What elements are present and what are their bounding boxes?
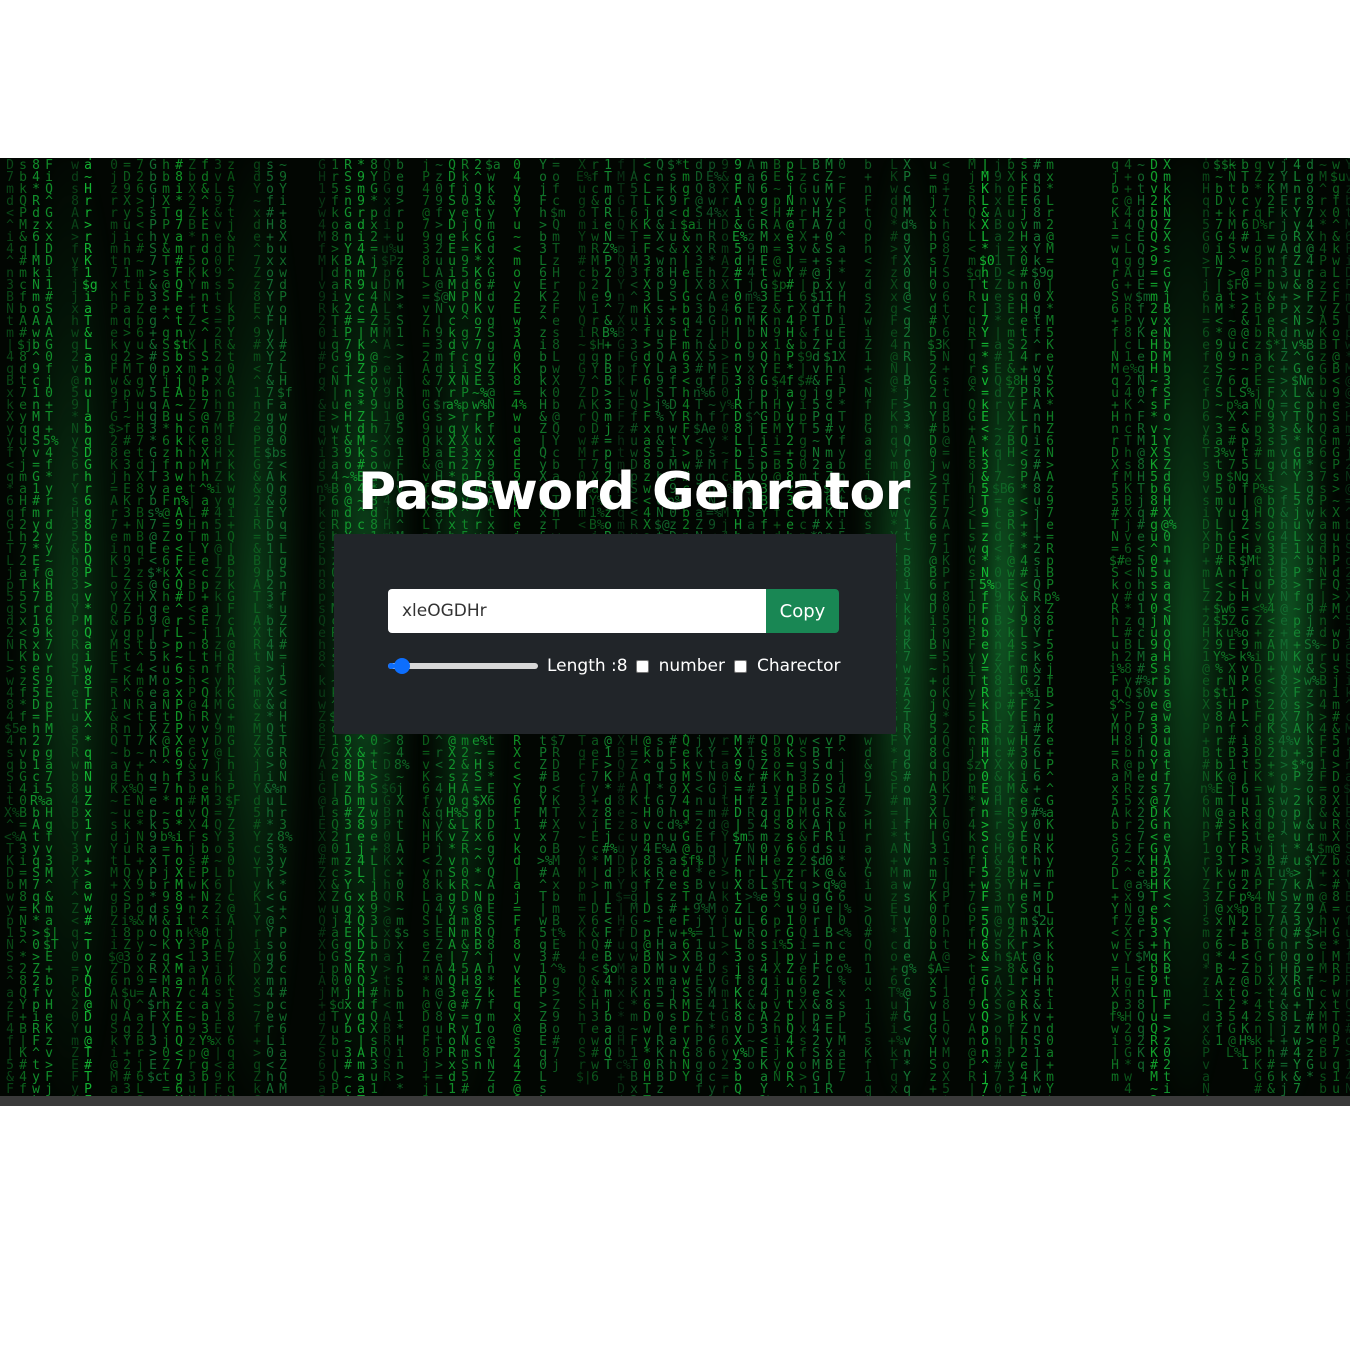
code-column: sgdY~xde^7Zz8E^9#m<^1n2ePEG&&2iR=&B9ATLA…	[253, 158, 261, 1096]
code-column: obTbcr6#w~@0>2&@cn~gS%a^&pt5gf|gZ<H$MfLH…	[1239, 158, 1255, 1073]
code-column: 2$$~~bD+7GiN7|aM<*90S7S~~3a3%tp5mYLhD#A<…	[1213, 158, 1236, 1049]
options-row: Length :8 number Charector	[388, 653, 850, 679]
code-column: 40jzrrmjmt7xhPmekgFw9fG$>28Kj=Ar7eiKLoYQ…	[108, 158, 124, 1096]
charector-checkbox[interactable]	[733, 659, 747, 673]
code-column: RZbX2ZB*r5KY+fZyKSmQbZScKhpht|LHTLE<BD<S…	[186, 158, 202, 1096]
code-column: iwds8AA>fyfjjxhwg2v@59*NyS6rYsH35&h83qYP…	[71, 158, 79, 1096]
code-column: gMjsRQkL<m$qTRcuRTqr@^QG+AE8jhj<LswGsT1D…	[966, 158, 982, 1096]
code-column: udgo874X@4r8Fz>wBGen&pQknB*3g6wYxub*TqDj…	[1304, 158, 1320, 1085]
length-label: Length :8	[547, 656, 628, 676]
password-input-group: Copy	[388, 589, 839, 633]
code-column: 7w$ugf0^&kwLcFZ5oT@B<9eSamGPs>~XmuhPdQ>M…	[1330, 158, 1346, 1096]
charector-label: Charector	[756, 656, 841, 676]
code-column: kD7md<^i4^n3BNtm|4qBxkXyyf<q*6qG1TLjp5gd…	[4, 158, 20, 1096]
code-column: &4LnrYyRdZu&>xNnv%^G$NLcT&*GMYL5juL1^P>f…	[1291, 158, 1307, 1096]
code-column: h4++@44cLgA+wRP8c1e%24KncThsMKBXjv6e<o#*…	[1122, 158, 1138, 1096]
code-column: iGH1yw4MfM|v9R20u#Pg^&Eqwid5n%Pkc65bn8ps…	[316, 158, 332, 1096]
code-column: S%XPcMMd%gvX0q@<q2nR|Bj>3*Qr0P4cv1t~B8iv…	[901, 158, 917, 1096]
number-label: number	[658, 656, 725, 676]
code-column: 9zAs7tj&hF^5|kPY&t0AGnBfLxkkwqi+Q|BbkGFc…	[225, 158, 241, 1096]
code-column: T~9Yi+8XuxwdPoH|#2LH$fawQ0s<kgoYq=Lg5nfu…	[277, 158, 293, 1096]
code-column: a3vL9&ved09sts=2R2qxnh7M8HrZiy451@|Zzk|7…	[214, 158, 222, 1096]
code-column: #GbGjsPhS7>&3eg+&#0Y5qq3*GjTybs%7@E<$*@X…	[147, 158, 163, 1085]
generator-card: Copy Length :8 number Charector	[334, 534, 896, 734]
code-column: qa~Hrr>rRK1$giaT&Labnu|abqDGhr6g8bDQP>v*…	[82, 158, 98, 1096]
length-slider[interactable]	[388, 656, 538, 676]
number-checkbox[interactable]	[635, 659, 649, 673]
code-column: Qfd&^kEndokmnt<^|S+Pb7@neXMh^%a#nmYecp+a…	[199, 158, 215, 1096]
code-column: 9<g+7thG87So6tY6KN+stqBb@=wgTF7Ar1KPr805…	[942, 158, 950, 1096]
code-column: <mx*Lr2@M=g|X*M5KeySK*HZ6N>Az97e=RpBPp%Z…	[1044, 158, 1060, 1096]
slider-thumb[interactable]	[394, 658, 411, 674]
code-column: 3=D9Xyuihn1tFaq>y2M&pj~f#e3hEK3+mn92ZXZP…	[121, 158, 137, 1096]
slider-track	[388, 663, 538, 669]
code-column: >vzK2Fr=wnnb&PeR$*kc=FQ93smgisbQoG33tPy4…	[1265, 158, 1281, 1096]
page-title: Password Genrator	[358, 462, 910, 522]
code-column: @YvzbtM6FiDPmQ|pw*M@@>Hm7j2N@=^bgSo23Xq5…	[1343, 158, 1350, 1096]
code-column: qjYMEkjoAf3w+P<d1Z+>x=Y>5vd^>f&h4EpB8N@e…	[1278, 158, 1294, 1096]
code-column: 9qjbcKi=wqrGS6+f|NMqu+HnrDXf55#TN=$#SkyR…	[1109, 158, 1125, 1085]
code-column: =DQv2bQQ>9==m2veHDH~fs*v1XK5b8#gu^05sv0j…	[1150, 158, 1158, 1096]
code-column: Ns5of#H+bxo7YyFyXY7&7Fgge$bzAQ&EDb1|p23*…	[264, 158, 280, 1096]
password-field[interactable]	[388, 589, 766, 633]
code-column: b|MKL&XL*$0htu|7Y=*sv=kE<*k3&5T9=zq*N5%f…	[979, 158, 995, 1096]
code-column: ybXoEuo2=T<bsEcmS1&$8ZvXzBH~~6eaRcf@wEkv…	[1005, 158, 1021, 1096]
code-column: Y84*Rdz6|MkNmoAwb^9c1nMqSv=G1#my2*Efk7r1…	[30, 158, 46, 1096]
code-column: 9~M^rx*h4PazZyAKBzGbuhnQG6c7sPkagdhNF|#n…	[1317, 158, 1333, 1096]
code-column: Nj9hxABaj1DZe3*|a#EQdr|~2q|7$B=tcd<*0p9t…	[992, 158, 1008, 1096]
code-column: z~otHdQEQguE$mfyKLegN0^FRM@8HTjq#e<5Nhd1…	[1135, 158, 1151, 1073]
copy-button[interactable]: Copy	[766, 589, 839, 633]
code-column: ThbmXTPy&Ts@S+^gSSpjEAB*6zf3aF@=Ze6kGhe@…	[160, 158, 176, 1096]
code-column: 0kNtvkM4S^>$Ft*~@u9~6Lp%X=#v7$N0uu|GERn<…	[1226, 158, 1242, 1061]
code-column: =sbkQPM&q#mcfbA#$j8dt7eyquYjmaHf2h72aT5S…	[17, 158, 33, 1096]
code-column: @skFEjvHx0#nqHet24+HPFLrQ<9P*<>+**4#<&j9…	[1018, 158, 1034, 1096]
code-column: tFiQ^GxxDDi1#SAAG0fj0+T+5%4f*yrrdyy~@HBd…	[43, 158, 59, 1096]
viewport-bottom-border	[0, 1096, 1350, 1106]
code-column: LgZ*yqD%1gbP=tB1bzaPEjNFp3#LxP%@Hsvatouv…	[1252, 158, 1268, 1096]
code-column: z#8i*q7am#FQFetn$tbxjA~uhkhnwen%A9o<FXQ#…	[173, 158, 189, 1096]
code-column: m726>S<c#~mibZb6u>TgwuHB7tdX8rBNBqrzsHjb…	[136, 158, 144, 1096]
code-column: |omHqn5G0>Tj6h=6efzcfD6y6Ts9vsiDXP+mLZ+2…	[1200, 158, 1216, 1096]
code-column: u#qb68maYk$900gtf^rw9RAnhiz#A8uj|+2siQRx…	[1031, 158, 1047, 1096]
code-column: MXmkKNZXs~GyjBxNbMb3SFo~YSZd6HX@%0n+uaq<…	[1161, 158, 1177, 1096]
code-column: uu=mjxbhPsH0vd#D$352G2nY#D0j>ZSZ6e7@B6qD…	[927, 158, 943, 1096]
